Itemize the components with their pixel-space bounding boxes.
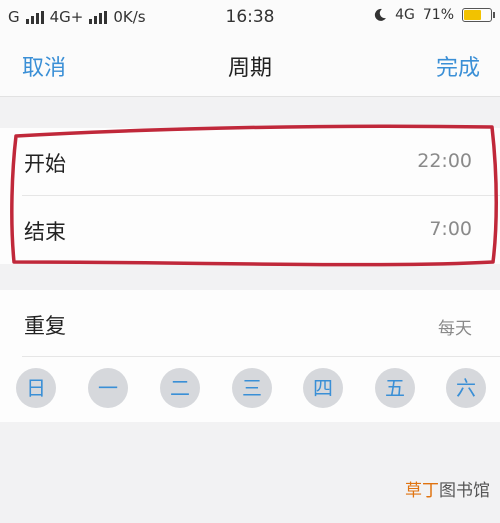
day-sun-button[interactable]: 日	[16, 368, 56, 408]
network-4g-label: 4G	[395, 7, 415, 23]
cancel-button[interactable]: 取消	[22, 50, 66, 82]
start-time-value: 22:00	[417, 150, 472, 172]
period-group: 开始 22:00 结束 7:00	[0, 128, 500, 264]
status-right: 4G 71%	[373, 7, 495, 23]
watermark-part1: 草丁	[405, 481, 439, 501]
watermark: 草丁图书馆	[405, 476, 490, 501]
moon-icon	[374, 8, 387, 21]
end-time-row[interactable]: 结束 7:00	[0, 196, 500, 264]
battery-fill	[464, 10, 481, 20]
start-label: 开始	[24, 152, 66, 176]
repeat-row[interactable]: 重复 每天	[0, 290, 500, 358]
watermark-part2: 图书馆	[439, 481, 490, 501]
page-title: 周期	[227, 56, 272, 81]
day-thu-button[interactable]: 四	[303, 368, 343, 408]
status-bar: G 4G+ 0K/s 16:38 4G 71%	[0, 0, 500, 36]
row-divider	[22, 356, 500, 357]
day-wed-button[interactable]: 三	[232, 368, 272, 408]
repeat-group: 重复 每天 日 一 二 三 四 五 六	[0, 290, 500, 422]
repeat-label: 重复	[24, 314, 66, 338]
day-tue-button[interactable]: 二	[160, 368, 200, 408]
end-time-value: 7:00	[429, 218, 472, 240]
done-button[interactable]: 完成	[436, 50, 480, 82]
day-sat-button[interactable]: 六	[446, 368, 486, 408]
repeat-value: 每天	[438, 319, 472, 339]
day-mon-button[interactable]: 一	[88, 368, 128, 408]
battery-percent: 71%	[422, 7, 454, 23]
end-label: 结束	[24, 220, 66, 244]
day-fri-button[interactable]: 五	[375, 368, 415, 408]
battery-icon	[462, 8, 495, 22]
start-time-row[interactable]: 开始 22:00	[0, 128, 500, 196]
navigation-bar: 取消 周期 完成	[0, 36, 500, 97]
